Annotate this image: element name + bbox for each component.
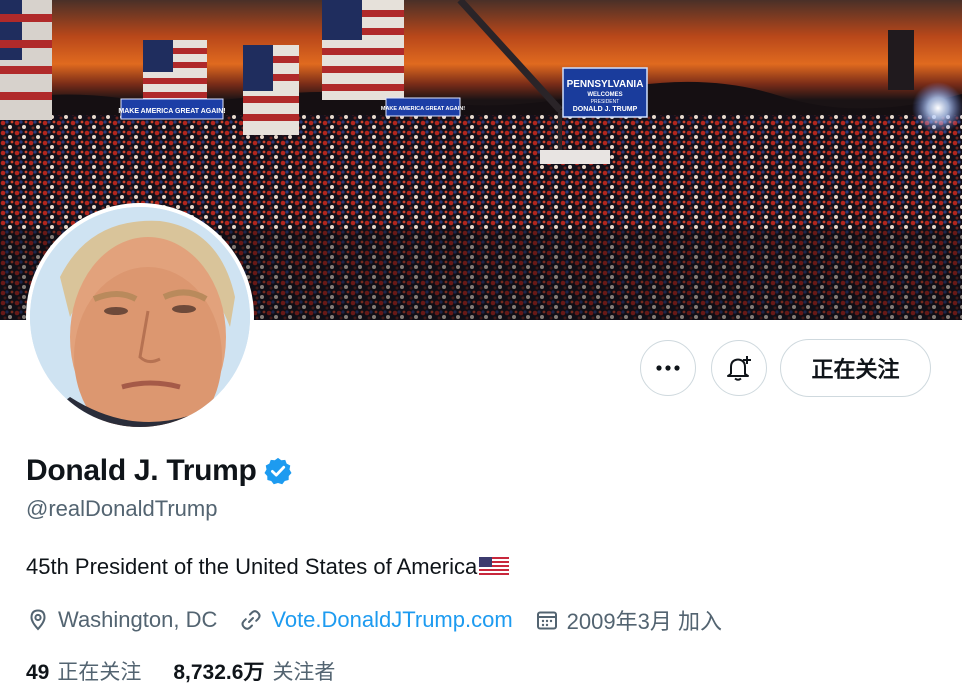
us-flag-icon — [479, 557, 510, 577]
banner-sign-line3: PRESIDENT — [591, 99, 620, 105]
following-label: 正在关注 — [57, 661, 142, 684]
bio-text: 45th President of the United States of A… — [26, 554, 478, 579]
calendar-icon — [536, 611, 557, 630]
website-item[interactable]: Vote.DonaldJTrump.com — [239, 607, 513, 633]
website-link[interactable]: Vote.DonaldJTrump.com — [271, 607, 512, 633]
banner-sign-left: MAKE AMERICA GREAT AGAIN! — [118, 108, 225, 115]
avatar-portrait — [30, 207, 250, 427]
profile-handle: @realDonaldTrump — [26, 496, 218, 521]
link-icon — [241, 610, 261, 630]
followers-stat[interactable]: 8,732.6万 关注者 — [173, 656, 335, 686]
joined-text: 2009年3月 加入 — [566, 609, 722, 634]
banner-sign-line4: DONALD J. TRUMP — [573, 106, 638, 113]
profile-stats: 49 正在关注 8,732.6万 关注者 — [26, 656, 367, 686]
profile-name-row: Donald J. Trump — [26, 454, 293, 488]
verified-badge-icon[interactable] — [263, 456, 293, 486]
more-button[interactable] — [640, 340, 696, 396]
flag-left-edge — [0, 0, 52, 120]
profile-bio: 45th President of the United States of A… — [26, 554, 510, 580]
joined-item: 2009年3月 加入 — [535, 604, 722, 636]
followers-count: 8,732.6万 — [173, 661, 265, 684]
followers-label: 关注者 — [272, 661, 336, 684]
notify-button[interactable] — [711, 340, 767, 396]
following-button[interactable]: 正在关注 — [780, 339, 931, 397]
bell-plus-icon — [727, 356, 751, 381]
location-item: Washington, DC — [26, 607, 217, 633]
profile-meta: Washington, DC Vote.DonaldJTrump.com 200… — [26, 604, 744, 636]
banner-sign-line2: WELCOMES — [587, 92, 622, 98]
profile-name: Donald J. Trump — [26, 454, 257, 487]
banner-sign-center: MAKE AMERICA GREAT AGAIN! — [381, 106, 465, 112]
more-icon — [656, 365, 680, 371]
following-stat[interactable]: 49 正在关注 — [26, 656, 141, 686]
profile-avatar[interactable] — [26, 203, 254, 431]
following-count: 49 — [26, 661, 50, 684]
location-text: Washington, DC — [58, 607, 218, 632]
banner-sign-line1: PENNSYLVANIA — [567, 79, 644, 90]
location-pin-icon — [30, 609, 46, 631]
